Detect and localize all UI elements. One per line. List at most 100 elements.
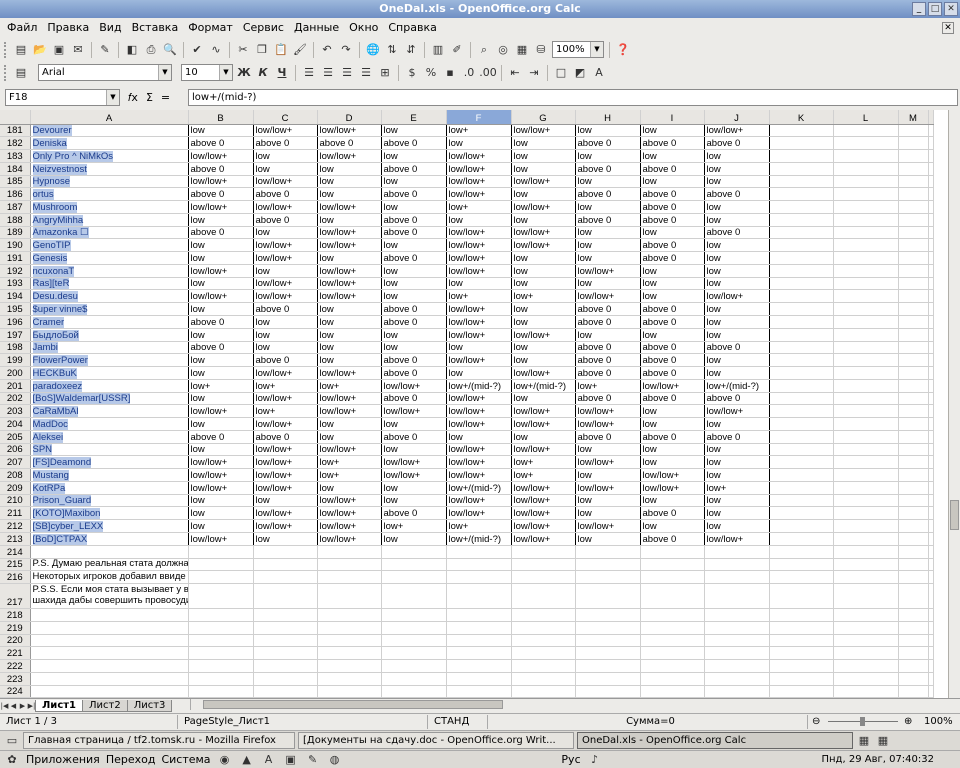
cell[interactable]: [188, 621, 254, 635]
cell[interactable]: [769, 685, 834, 698]
zoom-select[interactable]: 100% ▼: [552, 41, 604, 58]
save-icon[interactable]: ▣: [51, 42, 67, 58]
cell[interactable]: low/low+: [640, 481, 705, 495]
cell[interactable]: low/low+: [704, 532, 770, 546]
cell[interactable]: [640, 570, 705, 585]
cell[interactable]: [317, 570, 382, 585]
cell[interactable]: low/low+: [511, 481, 576, 495]
cell[interactable]: above 0: [381, 187, 447, 202]
cell[interactable]: [898, 621, 929, 635]
cell[interactable]: low: [188, 494, 254, 508]
cell[interactable]: low/low+: [575, 455, 641, 470]
cell[interactable]: low: [575, 277, 641, 291]
cell[interactable]: [833, 149, 899, 163]
cell[interactable]: [898, 494, 929, 508]
cell[interactable]: [769, 136, 834, 151]
pdf-icon[interactable]: ◧: [124, 42, 140, 58]
row-header[interactable]: 207: [0, 455, 31, 470]
cell[interactable]: [833, 315, 899, 329]
cell[interactable]: low: [704, 200, 770, 214]
cell[interactable]: [898, 468, 929, 482]
cell[interactable]: low+/(mid-?): [511, 379, 576, 393]
cell[interactable]: low: [381, 532, 447, 546]
cell[interactable]: low+: [253, 404, 318, 419]
column-header[interactable]: E: [381, 110, 447, 125]
cell[interactable]: low/low+: [446, 468, 512, 482]
cell[interactable]: low: [704, 468, 770, 482]
cell[interactable]: above 0: [188, 187, 254, 202]
font-size-select[interactable]: 10 ▼: [181, 64, 233, 81]
cell[interactable]: [898, 481, 929, 495]
cell[interactable]: low+: [511, 455, 576, 470]
cell[interactable]: [446, 685, 512, 698]
cell[interactable]: [928, 353, 934, 368]
cell[interactable]: [575, 634, 641, 648]
cell[interactable]: low: [317, 213, 382, 227]
cell[interactable]: low: [575, 468, 641, 482]
row-header[interactable]: 188: [0, 213, 31, 227]
cell[interactable]: [769, 608, 834, 622]
cell[interactable]: low/low+: [704, 404, 770, 419]
cell[interactable]: above 0: [381, 353, 447, 368]
menu-file[interactable]: Файл: [2, 21, 42, 34]
cell[interactable]: above 0: [188, 315, 254, 329]
open-icon[interactable]: 📂: [32, 42, 48, 58]
cell[interactable]: [640, 545, 705, 559]
cell[interactable]: [575, 570, 641, 585]
cell[interactable]: low/low+: [704, 289, 770, 304]
cell[interactable]: Mustang: [30, 468, 189, 482]
cell[interactable]: [769, 634, 834, 648]
cell[interactable]: above 0: [640, 162, 705, 176]
cell[interactable]: [928, 455, 934, 470]
cell[interactable]: low: [704, 264, 770, 278]
cell[interactable]: above 0: [381, 251, 447, 265]
cell[interactable]: MadDoc: [30, 417, 189, 431]
cell[interactable]: low/low+: [511, 366, 576, 380]
row-header[interactable]: 209: [0, 481, 31, 495]
scroll-thumb[interactable]: [203, 700, 503, 709]
cell[interactable]: low: [188, 328, 254, 342]
cell[interactable]: [769, 494, 834, 508]
cell[interactable]: low: [317, 341, 382, 355]
cell[interactable]: [769, 213, 834, 227]
menu-format[interactable]: Формат: [183, 21, 238, 34]
toolbar-grip[interactable]: [4, 64, 7, 81]
cell[interactable]: above 0: [640, 136, 705, 151]
cell[interactable]: [928, 328, 934, 342]
cell[interactable]: [381, 685, 447, 698]
cell[interactable]: above 0: [704, 187, 770, 202]
increase-indent-icon[interactable]: ⇥: [526, 65, 542, 81]
cell[interactable]: low: [381, 238, 447, 253]
cell[interactable]: [833, 277, 899, 291]
cell[interactable]: low: [511, 392, 576, 406]
cell[interactable]: [381, 646, 447, 661]
formula-input[interactable]: low+/(mid-?): [188, 89, 958, 106]
cell[interactable]: [898, 136, 929, 151]
cell[interactable]: low: [640, 443, 705, 457]
cell[interactable]: above 0: [575, 315, 641, 329]
row-header[interactable]: 219: [0, 621, 31, 635]
cell[interactable]: [704, 634, 770, 648]
cell[interactable]: low: [253, 149, 318, 163]
cell[interactable]: [898, 417, 929, 431]
cell[interactable]: low/low+: [253, 366, 318, 380]
tab-sheet2[interactable]: Лист2: [82, 699, 128, 712]
row-header[interactable]: 193: [0, 277, 31, 291]
cell[interactable]: [928, 200, 934, 214]
cell[interactable]: [188, 672, 254, 686]
cell[interactable]: [898, 570, 929, 585]
cell[interactable]: [575, 646, 641, 661]
cell[interactable]: [511, 558, 576, 572]
cell[interactable]: low/low+: [446, 149, 512, 163]
task-firefox[interactable]: Главная страница / tf2.tomsk.ru - Mozill…: [23, 732, 295, 749]
cell[interactable]: [833, 685, 899, 698]
cell[interactable]: [769, 277, 834, 291]
cell[interactable]: low: [704, 213, 770, 227]
cell[interactable]: above 0: [575, 353, 641, 368]
row-header[interactable]: 204: [0, 417, 31, 431]
cell[interactable]: Deniska: [30, 136, 189, 151]
cell[interactable]: Neizvestnost: [30, 162, 189, 176]
cell[interactable]: above 0: [253, 302, 318, 316]
cell[interactable]: low: [511, 353, 576, 368]
cell[interactable]: low/low+: [253, 443, 318, 457]
